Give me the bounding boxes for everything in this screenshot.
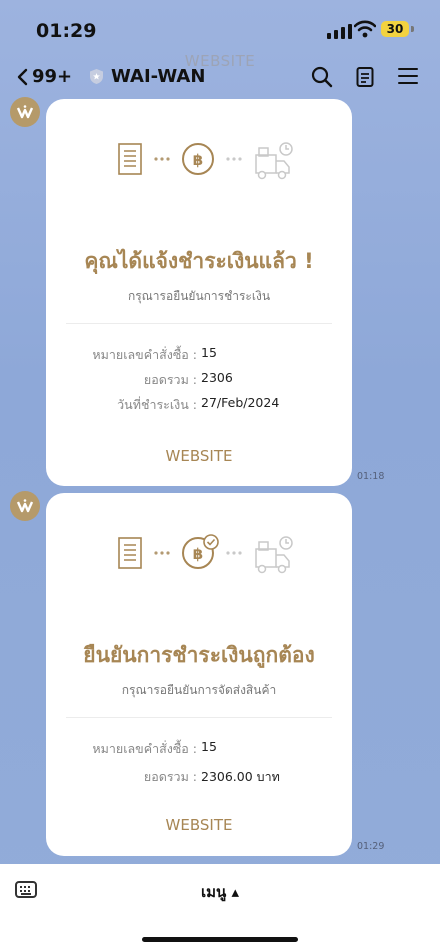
- delivery-truck-icon: [255, 142, 293, 180]
- back-chevron-icon: [17, 68, 28, 85]
- detail-value: 2306: [201, 370, 233, 385]
- website-link[interactable]: WEBSITE: [46, 447, 352, 465]
- order-progress-steps: ฿: [118, 142, 293, 180]
- progress-dots: [154, 157, 170, 161]
- message-timestamp: 01:29: [357, 841, 385, 852]
- detail-value: 15: [201, 345, 217, 360]
- card-subtitle: กรุณารอยืนยันการจัดส่งสินค้า: [121, 683, 277, 697]
- status-bar: 01:29 30: [0, 0, 440, 58]
- website-link[interactable]: WEBSITE: [46, 816, 352, 834]
- battery-cap: [411, 26, 414, 32]
- detail-label: หมายเลขคำสั่งซื้อ :: [92, 347, 197, 362]
- chat-header: 99+ WAI-WAN: [0, 60, 440, 96]
- detail-value: 15: [201, 739, 217, 754]
- back-button[interactable]: 99+: [16, 66, 72, 87]
- progress-dots-faded: [226, 551, 242, 555]
- notes-icon[interactable]: [356, 66, 374, 88]
- card-divider: [66, 717, 332, 718]
- hamburger-menu-icon[interactable]: [398, 66, 418, 86]
- chat-title[interactable]: WAI-WAN: [89, 66, 205, 87]
- message-timestamp: 01:18: [357, 471, 385, 482]
- message-card-payment-notified: ฿ คุณได้แจ้งชำระเงินแล้ว ! กรุณารอยืนยัน…: [46, 99, 352, 486]
- detail-label: ยอดรวม :: [143, 769, 197, 784]
- detail-label: ยอดรวม :: [143, 372, 197, 387]
- brand-avatar-icon[interactable]: [10, 97, 40, 127]
- status-time: 01:29: [36, 20, 97, 42]
- home-indicator: [142, 937, 298, 942]
- svg-text:฿: ฿: [193, 151, 203, 169]
- search-icon[interactable]: [311, 66, 333, 88]
- battery-icon: 30: [381, 21, 409, 37]
- card-divider: [66, 323, 332, 324]
- bottom-menu-bar: เมนู ▴: [0, 864, 440, 952]
- card-title: ยืนยันการชำระเงินถูกต้อง: [83, 643, 315, 667]
- detail-label: วันที่ชำระเงิน :: [117, 397, 197, 412]
- check-badge-icon: [203, 534, 219, 550]
- message-card-payment-confirmed: ฿ ยืนยันการชำระเงินถูกต้อง กรุณารอยืนยัน…: [46, 493, 352, 856]
- svg-text:฿: ฿: [193, 545, 203, 563]
- detail-label: หมายเลขคำสั่งซื้อ :: [92, 741, 197, 756]
- wifi-icon: [354, 20, 376, 38]
- order-progress-steps: ฿: [118, 534, 293, 574]
- baht-coin-icon: ฿: [182, 143, 214, 175]
- shield-badge-icon: [90, 69, 103, 84]
- detail-value: 27/Feb/2024: [201, 395, 280, 410]
- unread-count: 99+: [32, 66, 73, 87]
- brand-avatar-icon[interactable]: [10, 491, 40, 521]
- card-subtitle: กรุณารอยืนยันการชำระเงิน: [127, 289, 271, 303]
- card-title: คุณได้แจ้งชำระเงินแล้ว !: [84, 249, 314, 273]
- invoice-icon: [118, 537, 142, 569]
- progress-dots-faded: [226, 157, 242, 161]
- delivery-truck-icon: [255, 536, 293, 574]
- chat-name: WAI-WAN: [111, 66, 206, 87]
- rich-menu-toggle[interactable]: เมนู ▴: [0, 880, 440, 904]
- invoice-icon: [118, 143, 142, 175]
- signal-icon: [327, 24, 352, 39]
- progress-dots: [154, 551, 170, 555]
- detail-value: 2306.00 บาท: [201, 769, 280, 784]
